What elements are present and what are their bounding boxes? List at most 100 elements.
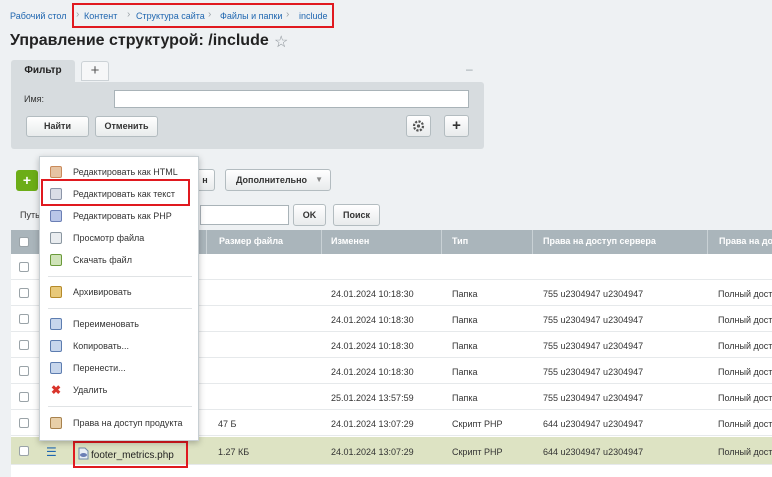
column-divider	[321, 230, 322, 254]
select-all-checkbox[interactable]	[19, 237, 29, 247]
chevron-down-icon: ▼	[315, 175, 323, 184]
name-input[interactable]	[114, 90, 469, 108]
row-access-rights: Полный дост	[718, 447, 772, 457]
column-divider	[532, 230, 533, 254]
gear-icon	[412, 120, 425, 132]
row-checkbox[interactable]	[19, 262, 29, 272]
minimize-icon[interactable]: –	[466, 62, 476, 76]
row-type: Папка	[452, 289, 478, 299]
breadcrumb-separator: ›	[127, 9, 131, 20]
row-type: Скрипт PHP	[452, 419, 503, 429]
edit-text-highlight	[41, 179, 190, 206]
row-checkbox[interactable]	[19, 446, 29, 456]
breadcrumb-site-structure[interactable]: Структура сайта	[136, 11, 205, 21]
column-divider	[206, 230, 207, 254]
row-type: Папка	[452, 341, 478, 351]
column-divider	[707, 230, 708, 254]
row-server-rights: 755 u2304947 u2304947	[543, 315, 644, 325]
row-checkbox[interactable]	[19, 418, 29, 428]
archive-icon	[50, 286, 62, 298]
view-file-icon	[50, 232, 62, 244]
row-access-rights: Полный дост	[718, 341, 772, 351]
row-modified: 24.01.2024 13:07:29	[331, 447, 414, 457]
delete-icon: ✖	[50, 383, 62, 397]
row-modified: 24.01.2024 10:18:30	[331, 341, 414, 351]
settings-button[interactable]	[406, 115, 431, 137]
row-checkbox[interactable]	[19, 288, 29, 298]
add-filter-tab-button[interactable]: +	[81, 61, 109, 81]
menu-item-delete[interactable]: ✖ Удалить	[40, 380, 200, 402]
row-access-rights: Полный дост	[718, 367, 772, 377]
row-server-rights: 644 u2304947 u2304947	[543, 447, 644, 457]
row-server-rights: 644 u2304947 u2304947	[543, 419, 644, 429]
rename-icon	[50, 318, 62, 330]
php-file-icon	[78, 447, 89, 460]
column-header-size[interactable]: Размер файла	[219, 236, 283, 246]
menu-divider	[48, 308, 192, 309]
menu-item-view-file[interactable]: Просмотр файла	[40, 228, 200, 250]
path-input[interactable]	[200, 205, 289, 225]
add-filter-button[interactable]: +	[444, 115, 469, 137]
menu-divider	[48, 406, 192, 407]
row-modified: 24.01.2024 13:07:29	[331, 419, 414, 429]
row-type: Папка	[452, 315, 478, 325]
tab-filter[interactable]: Фильтр	[11, 60, 75, 82]
row-checkbox[interactable]	[19, 340, 29, 350]
row-modified: 24.01.2024 10:18:30	[331, 367, 414, 377]
breadcrumb-files-folders[interactable]: Файлы и папки	[220, 11, 282, 21]
menu-item-copy[interactable]: Копировать...	[40, 336, 200, 358]
menu-divider	[48, 276, 192, 277]
row-checkbox[interactable]	[19, 314, 29, 324]
row-size: 1.27 КБ	[218, 447, 250, 457]
row-modified: 25.01.2024 13:57:59	[331, 393, 414, 403]
name-label: Имя:	[24, 94, 45, 104]
row-server-rights: 755 u2304947 u2304947	[543, 289, 644, 299]
file-name-link[interactable]: footer_metrics.php	[91, 450, 174, 461]
access-rights-icon	[50, 417, 62, 429]
php-edit-icon	[50, 210, 62, 222]
column-divider	[441, 230, 442, 254]
row-access-rights: Полный дост	[718, 289, 772, 299]
path-label: Путь	[20, 210, 40, 220]
row-access-rights: Полный дост	[718, 315, 772, 325]
row-server-rights: 755 u2304947 u2304947	[543, 393, 644, 403]
row-modified: 24.01.2024 10:18:30	[331, 315, 414, 325]
search-button[interactable]: Поиск	[333, 204, 380, 226]
add-button[interactable]: +	[16, 170, 38, 191]
breadcrumb-separator: ›	[76, 9, 80, 20]
menu-item-edit-php[interactable]: Редактировать как PHP	[40, 206, 200, 228]
row-server-rights: 755 u2304947 u2304947	[543, 367, 644, 377]
breadcrumb-desktop[interactable]: Рабочий стол	[10, 11, 67, 21]
download-icon	[50, 254, 62, 266]
row-access-rights: Полный дост	[718, 393, 772, 403]
star-icon[interactable]: ☆	[274, 32, 288, 52]
breadcrumb-include[interactable]: include	[299, 11, 328, 21]
breadcrumb-separator: ›	[286, 9, 290, 20]
row-menu-icon[interactable]: ☰	[46, 445, 57, 459]
row-type: Папка	[452, 393, 478, 403]
row-type: Папка	[452, 367, 478, 377]
column-header-type[interactable]: Тип	[452, 236, 468, 246]
html-edit-icon	[50, 166, 62, 178]
row-size: 47 Б	[218, 419, 237, 429]
row-type: Скрипт PHP	[452, 447, 503, 457]
row-access-rights: Полный дост	[718, 419, 772, 429]
row-checkbox[interactable]	[19, 392, 29, 402]
menu-item-access-rights[interactable]: Права на доступ продукта	[40, 413, 200, 435]
more-button[interactable]: Дополнительно ▼	[225, 169, 331, 191]
menu-item-download[interactable]: Скачать файл	[40, 250, 200, 272]
row-server-rights: 755 u2304947 u2304947	[543, 341, 644, 351]
column-header-modified[interactable]: Изменен	[331, 236, 369, 246]
cancel-button[interactable]: Отменить	[95, 116, 158, 137]
menu-item-move[interactable]: Перенести...	[40, 358, 200, 380]
find-button[interactable]: Найти	[26, 116, 89, 137]
breadcrumb-separator: ›	[208, 9, 212, 20]
column-header-server-rights[interactable]: Права на доступ сервера	[543, 236, 656, 246]
row-checkbox[interactable]	[19, 366, 29, 376]
column-header-access-rights[interactable]: Права на до	[719, 236, 772, 246]
menu-item-archive[interactable]: Архивировать	[40, 282, 200, 304]
ok-button[interactable]: OK	[293, 204, 326, 226]
menu-item-rename[interactable]: Переименовать	[40, 314, 200, 336]
breadcrumb-content[interactable]: Контент	[84, 11, 117, 21]
row-modified: 24.01.2024 10:18:30	[331, 289, 414, 299]
